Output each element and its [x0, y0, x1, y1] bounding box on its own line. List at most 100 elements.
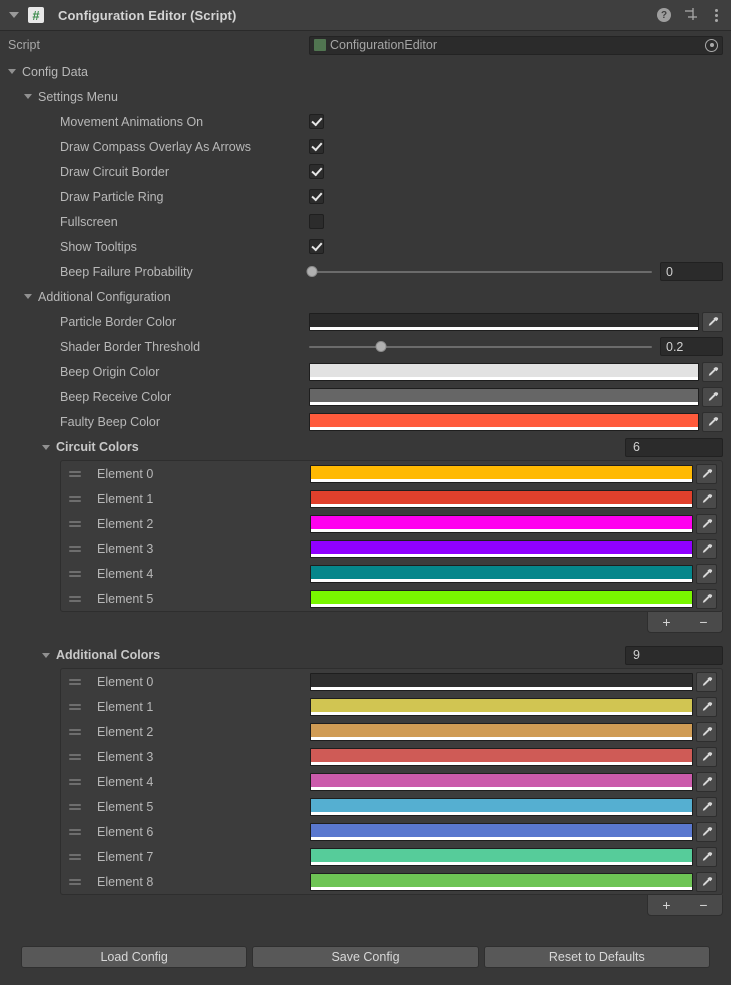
eyedropper-icon[interactable]	[696, 588, 717, 609]
eyedropper-icon[interactable]	[702, 361, 723, 382]
additional-colors-remove-button[interactable]: −	[693, 898, 713, 912]
eyedropper-icon[interactable]	[696, 463, 717, 484]
list-item: Element 1	[61, 694, 722, 719]
eyedropper-icon[interactable]	[696, 771, 717, 792]
checkbox-draw-circuit-border[interactable]	[309, 164, 324, 179]
color-swatch-faulty-beep-color[interactable]	[309, 412, 699, 431]
config-data-foldout[interactable]: Config Data	[0, 59, 731, 84]
drag-handle-icon[interactable]	[69, 545, 81, 552]
color-swatch-additional-5[interactable]	[310, 797, 693, 816]
checkbox-movement-animations-on[interactable]	[309, 114, 324, 129]
component-header[interactable]: # Configuration Editor (Script) ?	[0, 0, 731, 31]
eyedropper-icon[interactable]	[702, 311, 723, 332]
settings-menu-foldout[interactable]: Settings Menu	[0, 84, 731, 109]
additional-configuration-foldout[interactable]: Additional Configuration	[0, 284, 731, 309]
script-object-field[interactable]: ConfigurationEditor	[309, 35, 723, 55]
drag-handle-icon[interactable]	[69, 728, 81, 735]
settings-menu-label: Settings Menu	[38, 89, 118, 104]
color-swatch-circuit-1[interactable]	[310, 489, 693, 508]
chevron-down-icon[interactable]	[24, 94, 32, 99]
additional-colors-list-footer: + −	[0, 895, 723, 916]
drag-handle-icon[interactable]	[69, 828, 81, 835]
additional-colors-foldout[interactable]: Additional Colors 9	[0, 642, 731, 668]
color-swatch-beep-origin-color[interactable]	[309, 362, 699, 381]
color-swatch-circuit-3[interactable]	[310, 539, 693, 558]
color-swatch-additional-6[interactable]	[310, 822, 693, 841]
eyedropper-icon[interactable]	[696, 846, 717, 867]
kebab-menu-icon[interactable]	[711, 8, 722, 22]
color-swatch-additional-1[interactable]	[310, 697, 693, 716]
additional-colors-add-button[interactable]: +	[656, 898, 676, 912]
color-swatch-additional-8[interactable]	[310, 872, 693, 891]
color-swatch-additional-7[interactable]	[310, 847, 693, 866]
checkbox-draw-compass-overlay-as-arrows[interactable]	[309, 139, 324, 154]
drag-handle-icon[interactable]	[69, 853, 81, 860]
drag-handle-icon[interactable]	[69, 570, 81, 577]
color-swatch-circuit-5[interactable]	[310, 589, 693, 608]
color-swatch-additional-2[interactable]	[310, 722, 693, 741]
eyedropper-icon[interactable]	[696, 746, 717, 767]
preset-slider-icon[interactable]	[684, 7, 698, 24]
eyedropper-icon[interactable]	[696, 821, 717, 842]
color-swatch-circuit-4[interactable]	[310, 564, 693, 583]
drag-handle-icon[interactable]	[69, 878, 81, 885]
drag-handle-icon[interactable]	[69, 778, 81, 785]
eyedropper-icon[interactable]	[696, 671, 717, 692]
circuit-colors-size-field[interactable]: 6	[625, 437, 723, 457]
circuit-colors-list: Element 0 Element 1 Element 2 Element 3 Elem…	[60, 460, 723, 612]
drag-handle-icon[interactable]	[69, 703, 81, 710]
checkbox-draw-particle-ring[interactable]	[309, 189, 324, 204]
color-swatch-particle-border-color[interactable]	[309, 312, 699, 331]
eyedropper-icon[interactable]	[696, 721, 717, 742]
eyedropper-icon[interactable]	[696, 513, 717, 534]
color-swatch-beep-receive-color[interactable]	[309, 387, 699, 406]
circuit-colors-remove-button[interactable]: −	[693, 615, 713, 629]
chevron-down-icon[interactable]	[42, 444, 50, 450]
color-swatch-circuit-2[interactable]	[310, 514, 693, 533]
chevron-down-icon[interactable]	[42, 652, 50, 658]
chevron-down-icon[interactable]	[8, 69, 16, 74]
checkbox-fullscreen[interactable]	[309, 214, 324, 229]
color-swatch-additional-4[interactable]	[310, 772, 693, 791]
element-label: Element 0	[97, 466, 154, 481]
load-config-button[interactable]: Load Config	[21, 946, 248, 968]
additional-colors-size-field[interactable]: 9	[625, 645, 723, 665]
color-swatch-additional-3[interactable]	[310, 747, 693, 766]
eyedropper-icon[interactable]	[696, 871, 717, 892]
list-item: Element 2	[61, 719, 722, 744]
page-title: Configuration Editor (Script)	[58, 7, 237, 23]
circuit-colors-foldout[interactable]: Circuit Colors 6	[0, 434, 731, 460]
circuit-colors-add-button[interactable]: +	[656, 615, 676, 629]
reset-to-defaults-button[interactable]: Reset to Defaults	[483, 946, 710, 968]
slider-shader-border-threshold[interactable]	[309, 339, 652, 354]
component-foldout-icon[interactable]	[9, 12, 19, 18]
color-swatch-additional-0[interactable]	[310, 672, 693, 691]
eyedropper-icon[interactable]	[696, 488, 717, 509]
save-config-button[interactable]: Save Config	[252, 946, 479, 968]
object-picker-icon[interactable]	[705, 38, 718, 52]
eyedropper-icon[interactable]	[696, 796, 717, 817]
additional-colors-list: Element 0 Element 1 Element 2 Element 3 Elem…	[60, 668, 723, 895]
drag-handle-icon[interactable]	[69, 495, 81, 502]
value-beep-failure-probability[interactable]: 0	[660, 262, 723, 281]
eyedropper-icon[interactable]	[702, 411, 723, 432]
slider-beep-failure-probability[interactable]	[306, 264, 652, 279]
drag-handle-icon[interactable]	[69, 803, 81, 810]
drag-handle-icon[interactable]	[69, 678, 81, 685]
help-icon[interactable]: ?	[657, 8, 671, 22]
drag-handle-icon[interactable]	[69, 595, 81, 602]
color-swatch-circuit-0[interactable]	[310, 464, 693, 483]
drag-handle-icon[interactable]	[69, 753, 81, 760]
checkbox-show-tooltips[interactable]	[309, 239, 324, 254]
eyedropper-icon[interactable]	[696, 563, 717, 584]
drag-handle-icon[interactable]	[69, 470, 81, 477]
slider-handle[interactable]	[375, 341, 387, 352]
drag-handle-icon[interactable]	[69, 520, 81, 527]
eyedropper-icon[interactable]	[702, 386, 723, 407]
value-shader-border-threshold[interactable]: 0.2	[660, 337, 723, 356]
eyedropper-icon[interactable]	[696, 538, 717, 559]
list-item: Element 4	[61, 561, 722, 586]
eyedropper-icon[interactable]	[696, 696, 717, 717]
chevron-down-icon[interactable]	[24, 294, 32, 299]
slider-handle[interactable]	[306, 266, 318, 277]
